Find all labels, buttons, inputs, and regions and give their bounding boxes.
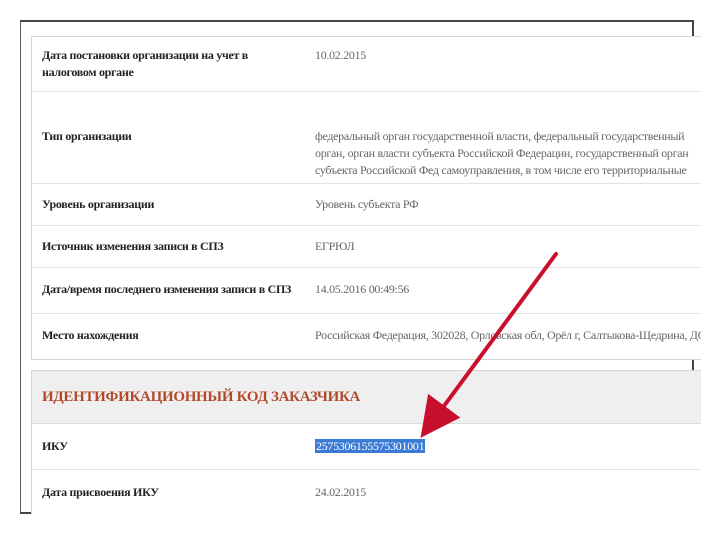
annotation-arrow-icon — [420, 252, 558, 438]
